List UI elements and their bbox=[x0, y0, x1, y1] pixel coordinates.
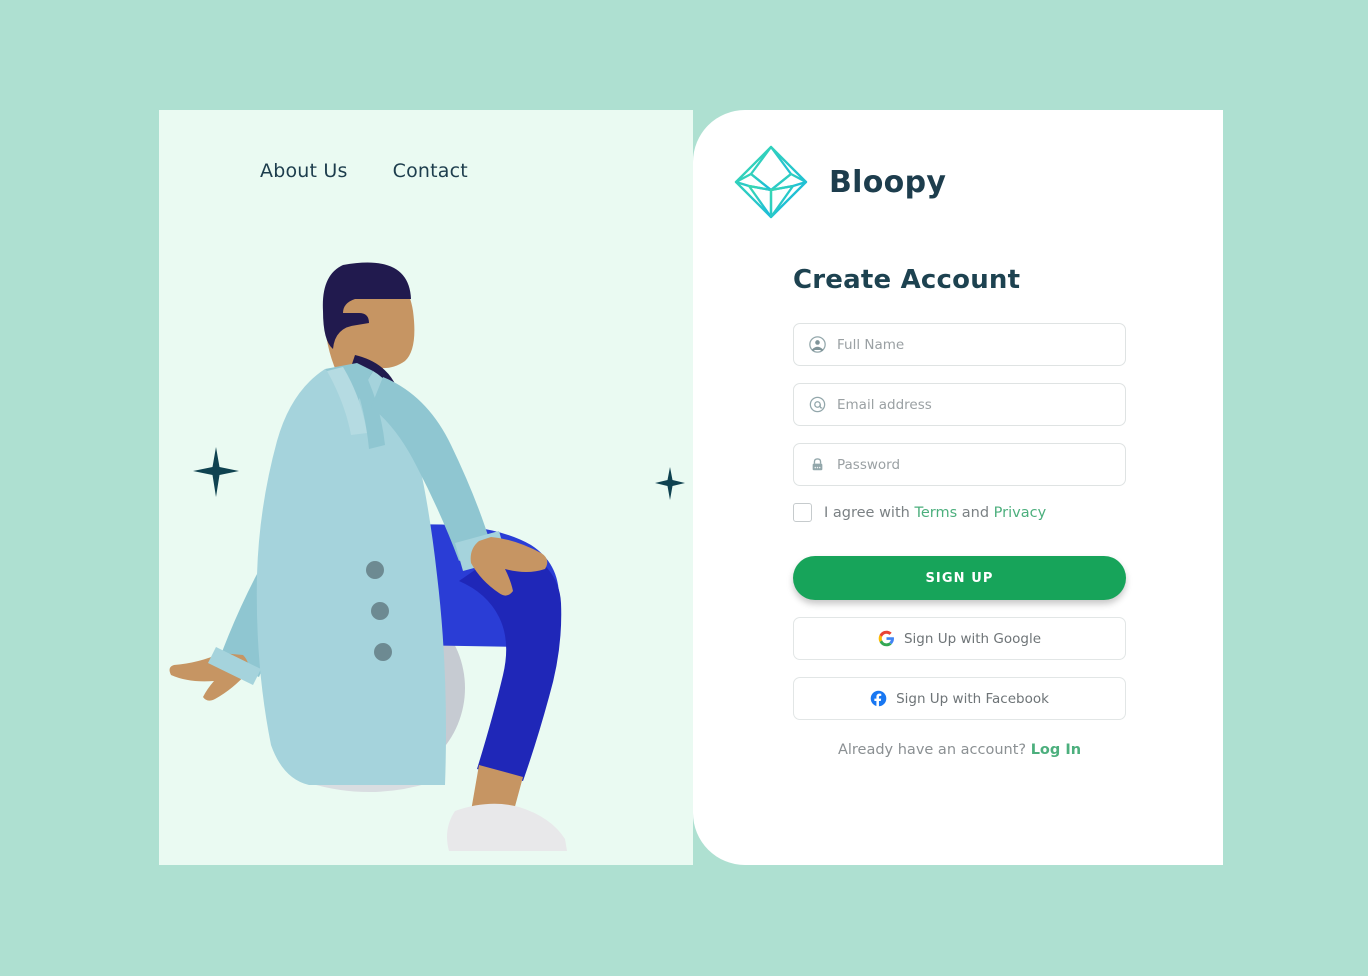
coat-button bbox=[374, 643, 392, 661]
brand-header: Bloopy bbox=[729, 140, 946, 224]
login-prompt-text: Already have an account? bbox=[837, 742, 1027, 758]
brand-name: Bloopy bbox=[829, 164, 947, 200]
left-illustration-panel: About Us Contact bbox=[159, 110, 693, 865]
signup-form: Create Account Full Name Email address I… bbox=[793, 265, 1126, 758]
nav-link-about-us[interactable]: About Us bbox=[260, 160, 348, 182]
email-field[interactable] bbox=[793, 383, 1126, 426]
email-input[interactable] bbox=[837, 384, 1107, 425]
privacy-link[interactable]: Privacy bbox=[994, 505, 1047, 521]
right-form-panel: Bloopy Create Account Full Name Email ad… bbox=[693, 110, 1223, 865]
coat-button bbox=[366, 561, 384, 579]
terms-checkbox[interactable] bbox=[793, 503, 812, 522]
person-icon bbox=[809, 336, 826, 353]
signup-page: About Us Contact Bloopy Create Account F… bbox=[0, 0, 1368, 976]
person-sitting-on-exercise-ball-illustration bbox=[169, 262, 685, 851]
password-field[interactable] bbox=[793, 443, 1126, 486]
coat-button bbox=[371, 602, 389, 620]
full-name-field[interactable] bbox=[793, 323, 1126, 366]
agree-conjunction: and bbox=[961, 504, 990, 521]
sign-up-with-facebook-button[interactable]: Sign Up with Facebook bbox=[793, 677, 1126, 720]
login-prompt-row: Already have an account? Log In bbox=[793, 742, 1126, 758]
signup-card: About Us Contact Bloopy Create Account F… bbox=[159, 110, 1223, 865]
facebook-icon bbox=[870, 690, 887, 707]
sign-up-button[interactable]: SIGN UP bbox=[793, 556, 1126, 600]
terms-agreement-label: I agree with Terms and Privacy bbox=[824, 505, 1046, 521]
at-sign-icon bbox=[809, 396, 826, 413]
terms-link[interactable]: Terms bbox=[914, 505, 957, 521]
top-navigation: About Us Contact bbox=[260, 160, 468, 182]
lock-icon bbox=[812, 458, 823, 471]
diamond-gem-icon bbox=[734, 145, 808, 219]
full-name-input[interactable] bbox=[837, 324, 1107, 365]
sign-up-with-google-button[interactable]: Sign Up with Google bbox=[793, 617, 1126, 660]
nav-link-contact[interactable]: Contact bbox=[393, 160, 468, 182]
log-in-link[interactable]: Log In bbox=[1031, 742, 1081, 758]
shoe bbox=[447, 803, 567, 851]
page-title: Create Account bbox=[793, 265, 1021, 295]
password-input[interactable] bbox=[837, 444, 1107, 485]
google-button-label: Sign Up with Google bbox=[903, 630, 1042, 647]
facebook-button-label: Sign Up with Facebook bbox=[896, 690, 1049, 707]
pants-lower bbox=[459, 545, 562, 781]
google-icon bbox=[878, 630, 894, 647]
terms-agreement-row: I agree with Terms and Privacy bbox=[793, 503, 1126, 522]
agree-prefix: I agree with bbox=[824, 504, 910, 521]
